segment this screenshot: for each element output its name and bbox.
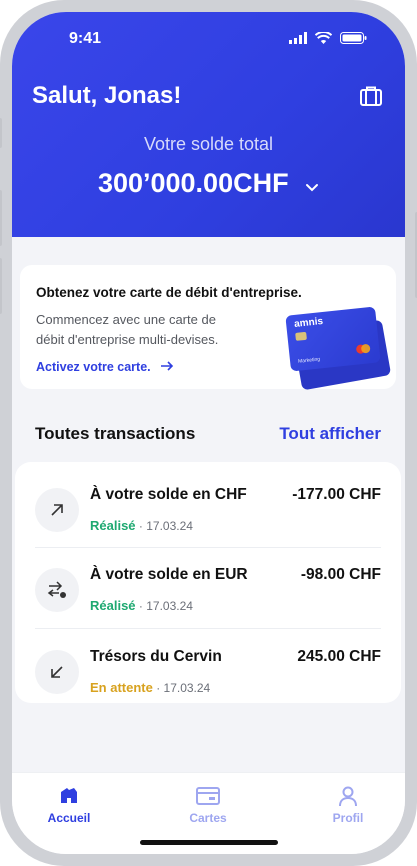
wifi-icon	[315, 32, 332, 44]
transaction-date: · 17.03.24	[156, 681, 211, 695]
mastercard-icon	[356, 344, 371, 354]
home-indicator[interactable]	[140, 840, 278, 845]
activate-card-label: Activez votre carte.	[36, 360, 151, 374]
arrow-up-right-icon	[35, 488, 79, 532]
balance-selector[interactable]: 300’000.00CHF	[12, 168, 405, 199]
nav-profile[interactable]: Profil	[308, 785, 388, 825]
card-icon	[196, 787, 220, 805]
transactions-title: Toutes transactions	[35, 424, 196, 443]
arrow-right-icon	[161, 361, 174, 371]
greeting: Salut, Jonas!	[32, 82, 182, 109]
briefcase-icon[interactable]	[359, 84, 383, 108]
phone-side-button	[0, 258, 2, 314]
status-bar: 9:41	[12, 30, 405, 50]
nav-profile-label: Profil	[332, 811, 364, 825]
promo-text: Commencez avec une carte de débit d'entr…	[36, 312, 219, 347]
transaction-meta: Réalisé · 17.03.24	[90, 598, 193, 613]
transaction-amount: -177.00 CHF	[292, 486, 381, 503]
screen: 9:41 Salut, Jonas! Votre solde total 300…	[12, 12, 405, 854]
arrow-down-left-icon	[35, 650, 79, 694]
transaction-amount: 245.00 CHF	[297, 648, 381, 665]
transaction-date: · 17.03.24	[138, 519, 193, 533]
phone-side-button	[0, 190, 2, 246]
transaction-amount: -98.00 CHF	[300, 566, 381, 583]
transactions-list: À votre solde en CHF -177.00 CHF Réalisé…	[15, 462, 401, 703]
card-label: Marketing	[297, 356, 321, 365]
transaction-meta: Réalisé · 17.03.24	[90, 518, 193, 533]
status-time: 9:41	[69, 30, 102, 47]
card-brand: amnis	[293, 315, 324, 330]
transaction-title: À votre solde en CHF	[90, 486, 247, 503]
activate-card-link[interactable]: Activez votre carte.	[36, 360, 174, 374]
status-icons	[289, 32, 367, 44]
debit-card-promo[interactable]: Obtenez votre carte de débit d'entrepris…	[20, 265, 396, 391]
promo-title: Obtenez votre carte de débit d'entrepris…	[36, 285, 302, 300]
card-chip	[295, 331, 307, 341]
balance-value: 300’000.00CHF	[97, 168, 289, 198]
signal-icon	[289, 32, 307, 44]
transaction-date: · 17.03.24	[138, 599, 193, 613]
user-icon	[339, 786, 357, 807]
battery-icon	[340, 32, 367, 44]
transaction-title: Trésors du Cervin	[90, 648, 222, 665]
nav-cards-label: Cartes	[189, 811, 227, 825]
header: 9:41 Salut, Jonas! Votre solde total 300…	[12, 12, 405, 237]
see-all-link[interactable]: Tout afficher	[279, 424, 381, 444]
status-badge: Réalisé	[90, 518, 136, 533]
exchange-icon	[35, 568, 79, 612]
nav-home-label: Accueil	[47, 811, 91, 825]
list-item[interactable]: Trésors du Cervin 245.00 CHF En attente …	[15, 630, 401, 710]
home-icon	[61, 788, 77, 803]
list-item[interactable]: À votre solde en CHF -177.00 CHF Réalisé…	[15, 468, 401, 548]
status-badge: En attente	[90, 680, 153, 695]
transaction-title: À votre solde en EUR	[90, 566, 248, 583]
nav-cards[interactable]: Cartes	[168, 785, 248, 825]
divider	[35, 628, 381, 629]
list-item[interactable]: À votre solde en EUR -98.00 CHF Réalisé …	[15, 548, 401, 628]
balance-label: Votre solde total	[143, 134, 274, 154]
transaction-meta: En attente · 17.03.24	[90, 680, 210, 695]
phone-frame: 9:41 Salut, Jonas! Votre solde total 300…	[0, 0, 417, 866]
status-badge: Réalisé	[90, 598, 136, 613]
phone-side-button	[0, 118, 2, 148]
chevron-down-icon	[306, 184, 319, 192]
nav-home[interactable]: Accueil	[29, 785, 109, 825]
card-illustration: amnis Marketing	[285, 306, 381, 372]
